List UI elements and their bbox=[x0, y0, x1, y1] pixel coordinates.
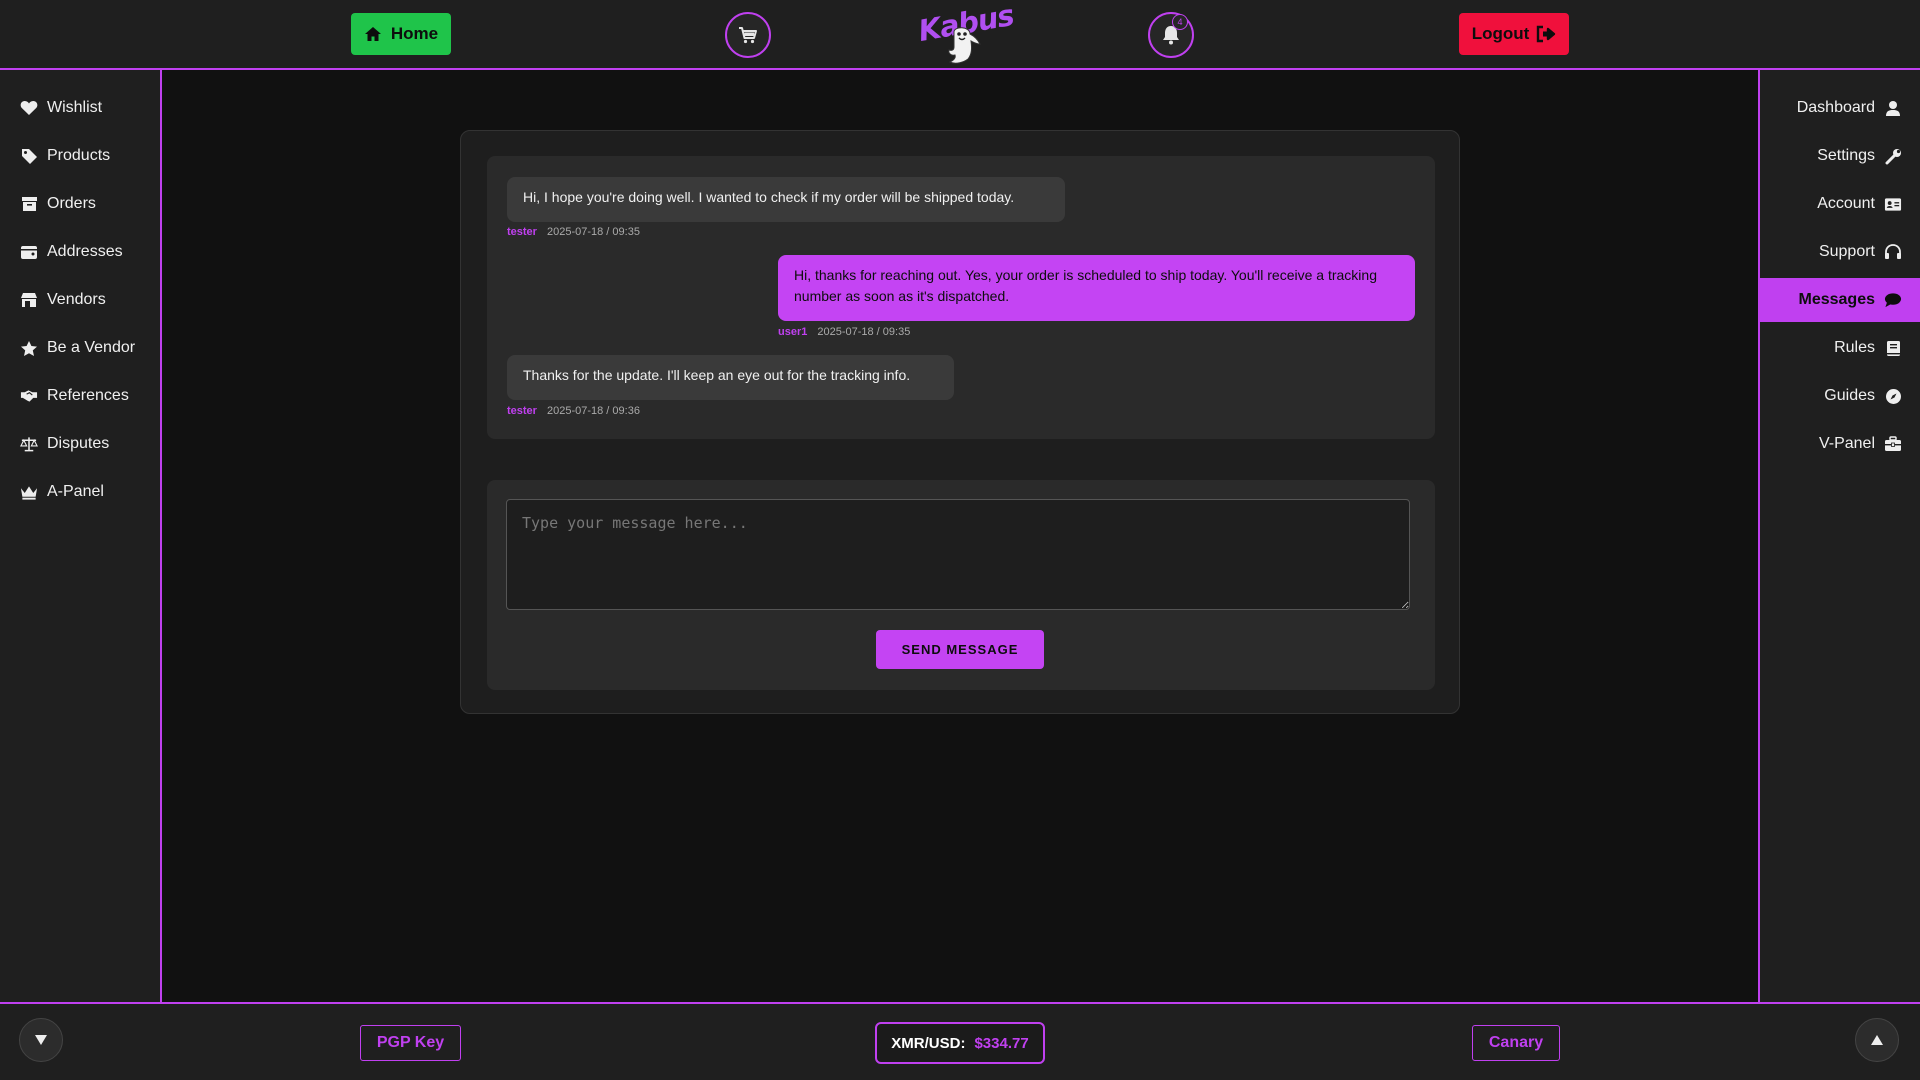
sidebar-item-label: Addresses bbox=[47, 243, 123, 260]
message-sender: user1 bbox=[778, 326, 808, 338]
sidebar-item-disputes[interactable]: Disputes bbox=[20, 422, 109, 466]
right-sidebar: Dashboard Settings Account Support Messa… bbox=[1758, 70, 1920, 1003]
crown-icon bbox=[20, 483, 38, 501]
sidebar-item-a-panel[interactable]: A-Panel bbox=[20, 470, 104, 514]
notifications-button[interactable]: 4 bbox=[1148, 12, 1194, 58]
sidebar-item-rules[interactable]: Rules bbox=[1760, 326, 1920, 370]
sidebar-item-be-a-vendor[interactable]: Be a Vendor bbox=[20, 326, 135, 370]
triangle-down-icon bbox=[34, 1034, 48, 1046]
id-card-icon bbox=[1884, 195, 1902, 213]
notification-count-badge: 4 bbox=[1172, 14, 1188, 30]
headset-icon bbox=[1884, 243, 1902, 261]
message-timestamp: 2025-07-18 / 09:36 bbox=[546, 405, 640, 417]
user-icon bbox=[1884, 99, 1902, 117]
sidebar-item-label: Products bbox=[47, 147, 111, 164]
book-icon bbox=[1884, 339, 1902, 357]
sidebar-item-dashboard[interactable]: Dashboard bbox=[1760, 86, 1920, 130]
sidebar-item-addresses[interactable]: Addresses bbox=[20, 230, 123, 274]
store-icon bbox=[20, 291, 38, 309]
scroll-up-button[interactable] bbox=[1855, 1018, 1899, 1062]
sidebar-item-support[interactable]: Support bbox=[1760, 230, 1920, 274]
sidebar-item-label: Disputes bbox=[47, 435, 110, 452]
sidebar-item-products[interactable]: Products bbox=[20, 134, 110, 178]
sidebar-item-label: Support bbox=[1818, 243, 1875, 260]
sidebar-item-label: A-Panel bbox=[47, 483, 104, 500]
canary-button[interactable]: Canary bbox=[1472, 1025, 1560, 1061]
sidebar-item-label: Account bbox=[1817, 195, 1875, 212]
handshake-icon bbox=[20, 387, 38, 405]
sidebar-item-label: Messages bbox=[1798, 291, 1876, 308]
message-bubble-incoming: Thanks for the update. I'll keep an eye … bbox=[507, 355, 954, 400]
message-sender: tester bbox=[507, 405, 537, 417]
sidebar-item-label: V-Panel bbox=[1818, 435, 1875, 452]
sidebar-item-label: Orders bbox=[47, 195, 96, 212]
tag-icon bbox=[20, 147, 38, 165]
message-bubble-outgoing: Hi, thanks for reaching out. Yes, your o… bbox=[778, 255, 1415, 321]
message-meta: user1 2025-07-18 / 09:35 bbox=[778, 326, 910, 338]
send-message-button[interactable]: SEND MESSAGE bbox=[876, 630, 1044, 669]
sidebar-item-label: Vendors bbox=[47, 291, 106, 308]
sidebar-item-label: References bbox=[47, 387, 129, 404]
message-text: Hi, I hope you're doing well. I wanted t… bbox=[523, 189, 1015, 205]
top-navbar: Home Kabus 4 Logout bbox=[0, 0, 1920, 70]
scale-icon bbox=[20, 435, 38, 453]
left-sidebar: Wishlist Products Orders Addresses Vendo… bbox=[0, 70, 162, 1003]
star-icon bbox=[20, 339, 38, 357]
footer-bar: PGP Key XMR/USD: $334.77 Canary bbox=[0, 1002, 1920, 1080]
sidebar-item-label: Rules bbox=[1834, 339, 1875, 356]
briefcase-icon bbox=[1884, 435, 1902, 453]
box-icon bbox=[20, 195, 38, 213]
sidebar-item-guides[interactable]: Guides bbox=[1760, 374, 1920, 418]
sidebar-item-label: Settings bbox=[1817, 147, 1875, 164]
cart-button[interactable] bbox=[725, 12, 771, 58]
pgp-key-button[interactable]: PGP Key bbox=[360, 1025, 461, 1061]
wrench-icon bbox=[1884, 147, 1902, 165]
message-text: Hi, thanks for reaching out. Yes, your o… bbox=[794, 267, 1377, 304]
price-label: XMR/USD: bbox=[891, 1034, 966, 1052]
cart-icon bbox=[738, 26, 758, 44]
compass-icon bbox=[1884, 387, 1902, 405]
message-timestamp: 2025-07-18 / 09:35 bbox=[546, 226, 640, 238]
message-meta: tester 2025-07-18 / 09:36 bbox=[507, 405, 640, 417]
logout-label: Logout bbox=[1471, 24, 1530, 43]
chat-panel: Hi, I hope you're doing well. I wanted t… bbox=[460, 130, 1460, 714]
sidebar-item-orders[interactable]: Orders bbox=[20, 182, 96, 226]
message-meta: tester 2025-07-18 / 09:35 bbox=[507, 226, 640, 238]
home-label: Home bbox=[390, 24, 439, 43]
xmr-price-ticker: XMR/USD: $334.77 bbox=[875, 1022, 1045, 1064]
triangle-up-icon bbox=[1870, 1034, 1884, 1046]
message-thread: Hi, I hope you're doing well. I wanted t… bbox=[487, 156, 1435, 439]
message-timestamp: 2025-07-18 / 09:35 bbox=[817, 326, 911, 338]
sidebar-item-label: Dashboard bbox=[1796, 99, 1875, 116]
compose-area: SEND MESSAGE bbox=[487, 480, 1435, 690]
scroll-down-button[interactable] bbox=[19, 1018, 63, 1062]
sidebar-item-wishlist[interactable]: Wishlist bbox=[20, 86, 102, 130]
kabus-logo[interactable]: Kabus bbox=[912, 0, 1016, 68]
sidebar-item-label: Guides bbox=[1824, 387, 1875, 404]
price-value: $334.77 bbox=[974, 1034, 1029, 1052]
home-icon bbox=[364, 26, 382, 42]
sidebar-item-v-panel[interactable]: V-Panel bbox=[1760, 422, 1920, 466]
heart-icon bbox=[20, 99, 38, 117]
ghost-icon bbox=[942, 26, 984, 66]
message-input[interactable] bbox=[506, 499, 1410, 610]
message-text: Thanks for the update. I'll keep an eye … bbox=[523, 367, 911, 383]
message-bubble-incoming: Hi, I hope you're doing well. I wanted t… bbox=[507, 177, 1065, 222]
sidebar-item-references[interactable]: References bbox=[20, 374, 129, 418]
comment-icon bbox=[1884, 291, 1902, 309]
wallet-icon bbox=[20, 243, 38, 261]
sidebar-item-settings[interactable]: Settings bbox=[1760, 134, 1920, 178]
sign-out-icon bbox=[1536, 25, 1556, 43]
logout-button[interactable]: Logout bbox=[1459, 13, 1569, 55]
message-sender: tester bbox=[507, 226, 537, 238]
home-button[interactable]: Home bbox=[351, 13, 451, 55]
sidebar-item-messages[interactable]: Messages bbox=[1760, 278, 1920, 322]
sidebar-item-vendors[interactable]: Vendors bbox=[20, 278, 106, 322]
sidebar-item-account[interactable]: Account bbox=[1760, 182, 1920, 226]
sidebar-item-label: Wishlist bbox=[47, 99, 103, 116]
sidebar-item-label: Be a Vendor bbox=[47, 339, 136, 356]
